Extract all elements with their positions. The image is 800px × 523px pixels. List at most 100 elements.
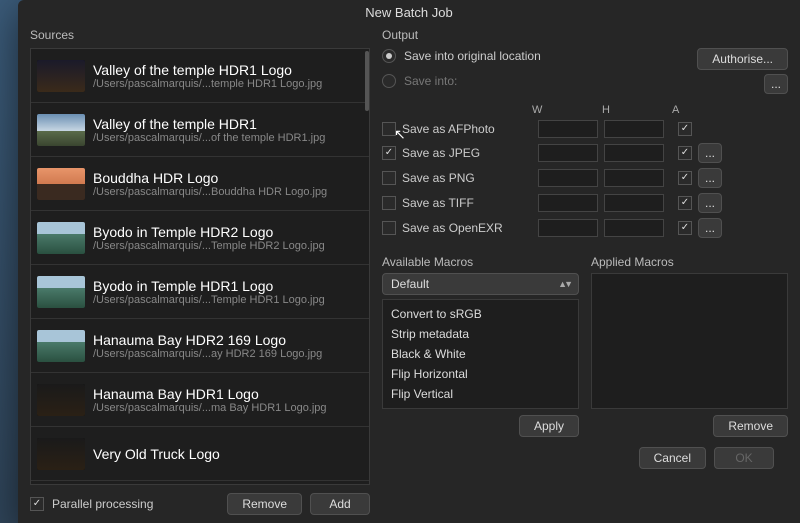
format-checkbox[interactable] <box>382 122 396 136</box>
source-path: /Users/pascalmarquis/...of the temple HD… <box>93 132 325 144</box>
macros-category-select[interactable]: Default ▲▼ <box>382 273 579 295</box>
aspect-checkbox[interactable] <box>678 196 692 210</box>
remove-macro-button[interactable]: Remove <box>713 415 788 437</box>
source-title: Valley of the temple HDR1 <box>93 116 325 132</box>
source-path: /Users/pascalmarquis/...Bouddha HDR Logo… <box>93 186 327 198</box>
add-source-button[interactable]: Add <box>310 493 370 515</box>
source-thumbnail <box>37 330 85 362</box>
macro-item[interactable]: Flip Vertical <box>383 384 578 404</box>
width-input[interactable] <box>538 169 598 187</box>
format-row: Save as PNG... <box>382 168 788 188</box>
macro-item[interactable]: Convert to sRGB <box>383 304 578 324</box>
source-title: Hanauma Bay HDR1 Logo <box>93 386 327 402</box>
height-input[interactable] <box>604 219 664 237</box>
applied-macros-list[interactable] <box>591 273 788 409</box>
source-item[interactable]: Byodo in Temple HDR1 Logo/Users/pascalma… <box>31 265 369 319</box>
parallel-processing-checkbox[interactable] <box>30 497 44 511</box>
source-item[interactable]: Hanauma Bay HDR2 169 Logo/Users/pascalma… <box>31 319 369 373</box>
format-label: Save as JPEG <box>402 146 480 160</box>
source-item[interactable]: Very Old Truck Logo <box>31 427 369 481</box>
aspect-checkbox[interactable] <box>678 171 692 185</box>
source-thumbnail <box>37 222 85 254</box>
format-options-button[interactable]: ... <box>698 168 722 188</box>
cancel-button[interactable]: Cancel <box>639 447 706 469</box>
available-macros-list[interactable]: Convert to sRGBStrip metadataBlack & Whi… <box>382 299 579 409</box>
source-item[interactable]: Valley of the temple HDR1/Users/pascalma… <box>31 103 369 157</box>
format-row: Save as AFPhoto↖ <box>382 120 788 138</box>
source-thumbnail <box>37 384 85 416</box>
width-input[interactable] <box>538 194 598 212</box>
save-into-label: Save into: <box>404 74 457 88</box>
source-item[interactable]: Hanauma Bay HDR1 Logo/Users/pascalmarqui… <box>31 373 369 427</box>
format-label: Save as TIFF <box>402 196 474 210</box>
macro-item[interactable]: Black & White <box>383 344 578 364</box>
parallel-processing-label: Parallel processing <box>52 497 153 511</box>
save-original-radio[interactable] <box>382 49 396 63</box>
source-thumbnail <box>37 438 85 470</box>
source-title: Byodo in Temple HDR1 Logo <box>93 278 325 294</box>
width-input[interactable] <box>538 144 598 162</box>
width-input[interactable] <box>538 120 598 138</box>
aspect-checkbox[interactable] <box>678 146 692 160</box>
source-thumbnail <box>37 60 85 92</box>
col-a: A <box>672 104 700 116</box>
source-item[interactable]: Byodo in Temple HDR2 Logo/Users/pascalma… <box>31 211 369 265</box>
source-title: Hanauma Bay HDR2 169 Logo <box>93 332 322 348</box>
format-checkbox[interactable] <box>382 196 396 210</box>
format-checkbox[interactable] <box>382 171 396 185</box>
updown-icon: ▲▼ <box>558 279 570 289</box>
source-path: /Users/pascalmarquis/...Temple HDR1 Logo… <box>93 294 325 306</box>
save-into-radio[interactable] <box>382 74 396 88</box>
format-options-button[interactable]: ... <box>698 143 722 163</box>
aspect-checkbox[interactable] <box>678 122 692 136</box>
height-input[interactable] <box>604 194 664 212</box>
source-thumbnail <box>37 114 85 146</box>
format-row: Save as JPEG... <box>382 143 788 163</box>
format-label: Save as PNG <box>402 171 475 185</box>
format-label: Save as AFPhoto <box>402 122 495 136</box>
output-label: Output <box>382 28 788 42</box>
applied-macros-label: Applied Macros <box>591 255 788 269</box>
remove-source-button[interactable]: Remove <box>227 493 302 515</box>
source-title: Bouddha HDR Logo <box>93 170 327 186</box>
col-h: H <box>602 104 672 116</box>
apply-macro-button[interactable]: Apply <box>519 415 579 437</box>
available-macros-label: Available Macros <box>382 255 579 269</box>
format-checkbox[interactable] <box>382 221 396 235</box>
height-input[interactable] <box>604 169 664 187</box>
col-w: W <box>532 104 602 116</box>
format-checkbox[interactable] <box>382 146 396 160</box>
save-original-label: Save into original location <box>404 49 541 63</box>
source-path: /Users/pascalmarquis/...Temple HDR2 Logo… <box>93 240 325 252</box>
format-options-button[interactable]: ... <box>698 218 722 238</box>
source-item[interactable]: Valley of the temple HDR1 Logo/Users/pas… <box>31 49 369 103</box>
scrollbar-thumb[interactable] <box>365 51 369 111</box>
height-input[interactable] <box>604 144 664 162</box>
format-options-button[interactable]: ... <box>698 193 722 213</box>
source-item[interactable]: Bouddha HDR Logo/Users/pascalmarquis/...… <box>31 157 369 211</box>
sources-label: Sources <box>30 28 370 42</box>
width-input[interactable] <box>538 219 598 237</box>
save-into-browse-button[interactable]: ... <box>764 74 788 94</box>
format-row: Save as OpenEXR... <box>382 218 788 238</box>
dialog-title: New Batch Job <box>18 0 800 28</box>
authorise-button[interactable]: Authorise... <box>697 48 788 70</box>
source-thumbnail <box>37 168 85 200</box>
source-title: Very Old Truck Logo <box>93 446 220 462</box>
format-label: Save as OpenEXR <box>402 221 503 235</box>
format-row: Save as TIFF... <box>382 193 788 213</box>
aspect-checkbox[interactable] <box>678 221 692 235</box>
macro-item[interactable]: Strip metadata <box>383 324 578 344</box>
source-path: /Users/pascalmarquis/...temple HDR1 Logo… <box>93 78 322 90</box>
batch-job-dialog: New Batch Job Sources Valley of the temp… <box>18 0 800 523</box>
ok-button[interactable]: OK <box>714 447 774 469</box>
source-thumbnail <box>37 276 85 308</box>
source-path: /Users/pascalmarquis/...ay HDR2 169 Logo… <box>93 348 322 360</box>
height-input[interactable] <box>604 120 664 138</box>
macros-category-value: Default <box>391 277 429 291</box>
sources-list[interactable]: Valley of the temple HDR1 Logo/Users/pas… <box>30 48 370 485</box>
source-path: /Users/pascalmarquis/...ma Bay HDR1 Logo… <box>93 402 327 414</box>
source-title: Byodo in Temple HDR2 Logo <box>93 224 325 240</box>
macro-item[interactable]: Flip Horizontal <box>383 364 578 384</box>
source-title: Valley of the temple HDR1 Logo <box>93 62 322 78</box>
